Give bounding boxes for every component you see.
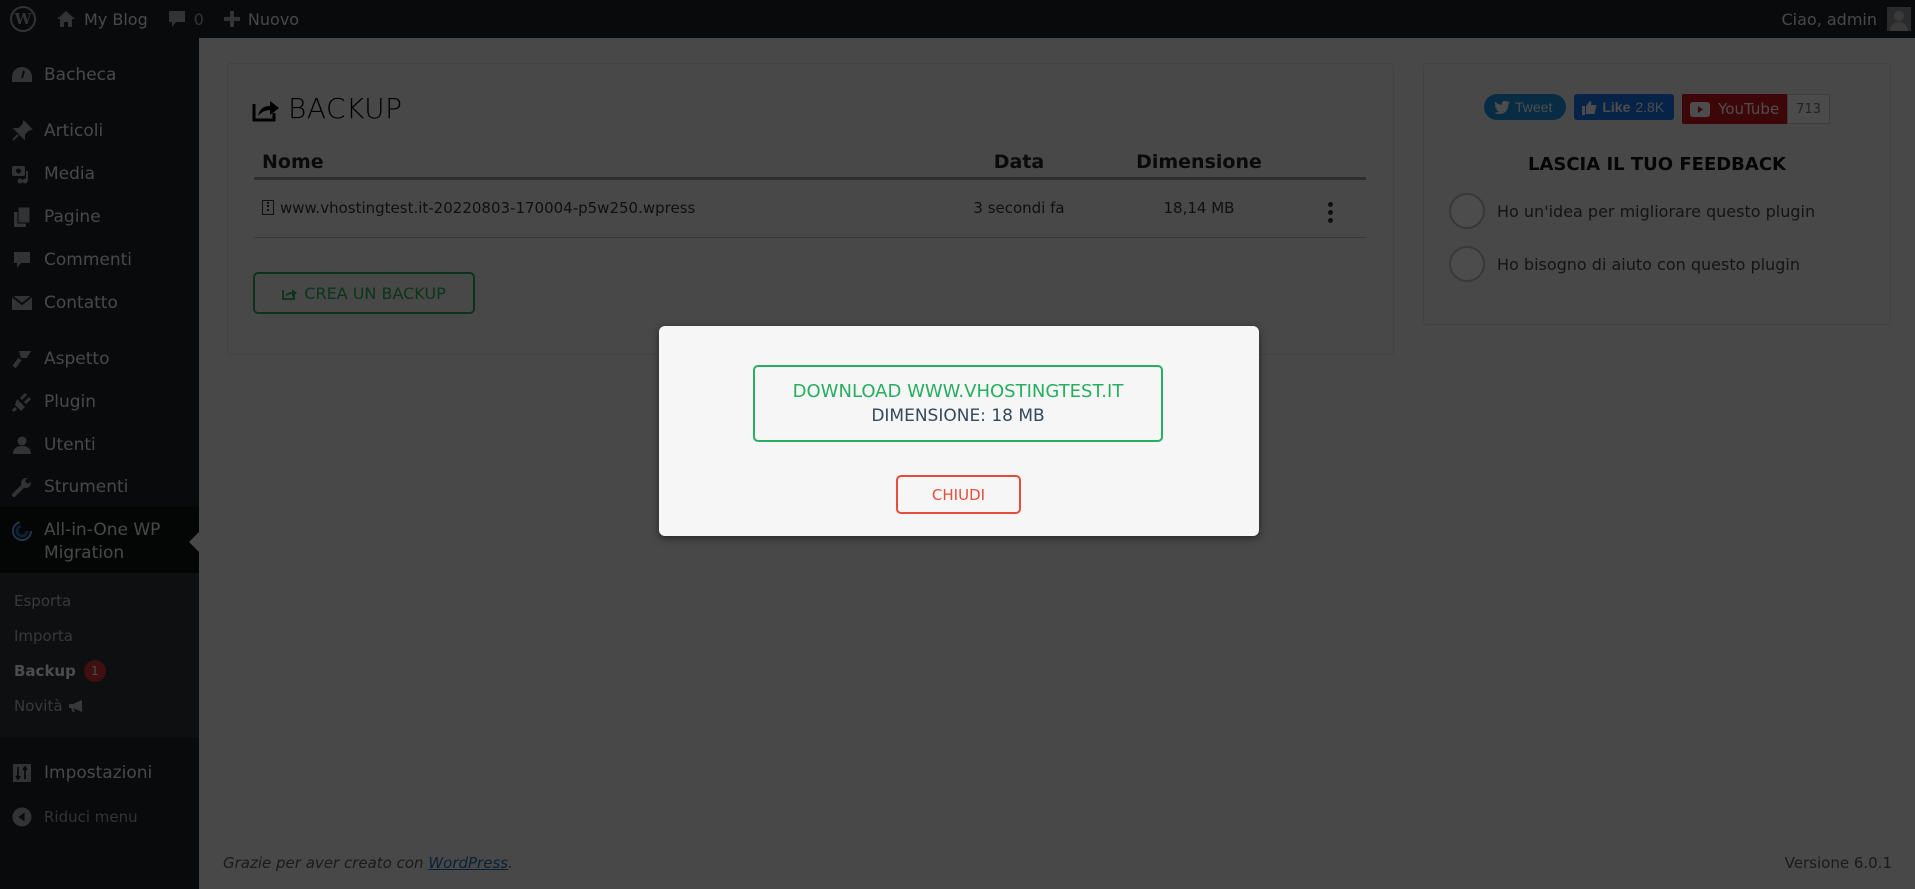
- download-backup-button[interactable]: DOWNLOAD WWW.VHOSTINGTEST.IT DIMENSIONE:…: [753, 365, 1163, 442]
- download-label: DOWNLOAD WWW.VHOSTINGTEST.IT: [792, 381, 1124, 402]
- download-modal: DOWNLOAD WWW.VHOSTINGTEST.IT DIMENSIONE:…: [659, 326, 1259, 536]
- download-size-label: DIMENSIONE: 18 MB: [871, 406, 1045, 426]
- close-modal-button[interactable]: CHIUDI: [896, 475, 1021, 514]
